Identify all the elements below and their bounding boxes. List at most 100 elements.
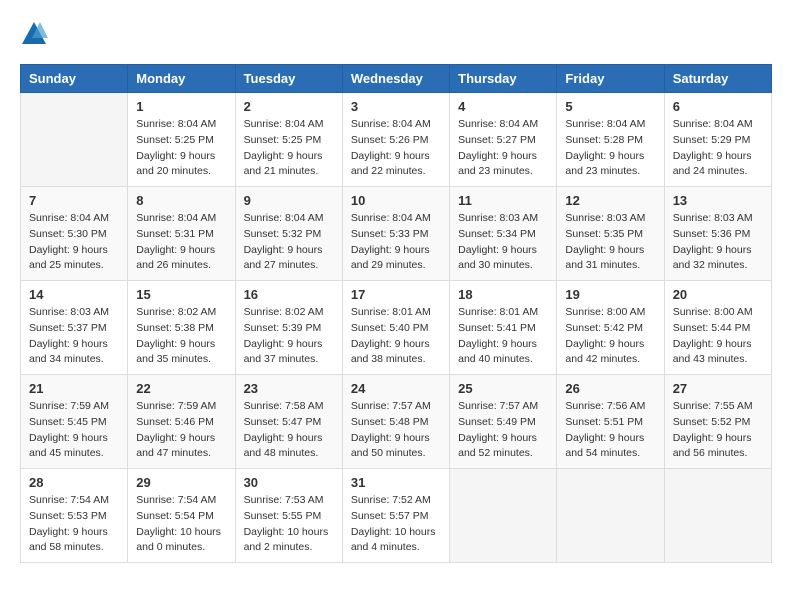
calendar-cell: 12Sunrise: 8:03 AMSunset: 5:35 PMDayligh… [557, 187, 664, 281]
day-info: Sunrise: 8:04 AMSunset: 5:32 PMDaylight:… [244, 211, 334, 274]
column-header-friday: Friday [557, 65, 664, 93]
day-info: Sunrise: 8:02 AMSunset: 5:38 PMDaylight:… [136, 305, 226, 368]
calendar-cell: 17 Sunrise: 8:01 AMSunset: 5:40 PMDayligh… [342, 281, 449, 375]
calendar-cell: 23 Sunrise: 7:58 AMSunset: 5:47 PMDayligh… [235, 375, 342, 469]
calendar-week-1: 1 Sunrise: 8:04 AMSunset: 5:25 PMDaylight… [21, 93, 772, 187]
calendar-cell [557, 469, 664, 563]
calendar-cell: 11 Sunrise: 8:03 AMSunset: 5:34 PMDayligh… [450, 187, 557, 281]
day-info: Sunrise: 7:59 AMSunset: 5:46 PMDaylight:… [136, 399, 226, 462]
day-number: 19 [565, 287, 655, 302]
day-number: 26 [565, 381, 655, 396]
day-number: 25 [458, 381, 548, 396]
day-number: 11 [458, 193, 548, 208]
calendar-cell: 8 Sunrise: 8:04 AMSunset: 5:31 PMDaylight… [128, 187, 235, 281]
day-info: Sunrise: 8:04 AMSunset: 5:27 PMDaylight:… [458, 117, 548, 180]
calendar-cell: 28 Sunrise: 7:54 AMSunset: 5:53 PMDayligh… [21, 469, 128, 563]
day-info: Sunrise: 8:02 AMSunset: 5:39 PMDaylight:… [244, 305, 334, 368]
day-number: 9 [244, 193, 334, 208]
day-number: 23 [244, 381, 334, 396]
calendar-table: SundayMondayTuesdayWednesdayThursdayFrid… [20, 64, 772, 563]
day-info: Sunrise: 8:04 AMSunset: 5:25 PMDaylight:… [136, 117, 226, 180]
day-number: 4 [458, 99, 548, 114]
calendar-cell: 29Sunrise: 7:54 AMSunset: 5:54 PMDayligh… [128, 469, 235, 563]
calendar-cell: 19 Sunrise: 8:00 AMSunset: 5:42 PMDayligh… [557, 281, 664, 375]
day-number: 2 [244, 99, 334, 114]
day-number: 15 [136, 287, 226, 302]
calendar-cell: 16 Sunrise: 8:02 AMSunset: 5:39 PMDayligh… [235, 281, 342, 375]
day-info: Sunrise: 8:04 AMSunset: 5:31 PMDaylight:… [136, 211, 226, 274]
calendar-cell: 7 Sunrise: 8:04 AMSunset: 5:30 PMDaylight… [21, 187, 128, 281]
column-header-thursday: Thursday [450, 65, 557, 93]
day-info: Sunrise: 8:04 AMSunset: 5:25 PMDaylight:… [244, 117, 334, 180]
day-info: Sunrise: 7:58 AMSunset: 5:47 PMDaylight:… [244, 399, 334, 462]
calendar-cell: 18Sunrise: 8:01 AMSunset: 5:41 PMDayligh… [450, 281, 557, 375]
day-info: Sunrise: 7:52 AMSunset: 5:57 PMDaylight:… [351, 493, 441, 556]
day-info: Sunrise: 7:57 AMSunset: 5:49 PMDaylight:… [458, 399, 548, 462]
calendar-cell [21, 93, 128, 187]
day-number: 10 [351, 193, 441, 208]
calendar-cell: 25 Sunrise: 7:57 AMSunset: 5:49 PMDayligh… [450, 375, 557, 469]
calendar-cell: 6 Sunrise: 8:04 AMSunset: 5:29 PMDaylight… [664, 93, 771, 187]
column-header-sunday: Sunday [21, 65, 128, 93]
calendar-cell: 22 Sunrise: 7:59 AMSunset: 5:46 PMDayligh… [128, 375, 235, 469]
day-info: Sunrise: 8:03 AMSunset: 5:34 PMDaylight:… [458, 211, 548, 274]
calendar-cell: 31 Sunrise: 7:52 AMSunset: 5:57 PMDayligh… [342, 469, 449, 563]
day-number: 7 [29, 193, 119, 208]
page-header [20, 20, 772, 48]
day-number: 16 [244, 287, 334, 302]
day-number: 6 [673, 99, 763, 114]
column-header-monday: Monday [128, 65, 235, 93]
logo-icon [20, 20, 48, 48]
day-info: Sunrise: 8:01 AMSunset: 5:40 PMDaylight:… [351, 305, 441, 368]
day-info: Sunrise: 8:00 AMSunset: 5:42 PMDaylight:… [565, 305, 655, 368]
day-info: Sunrise: 8:04 AMSunset: 5:28 PMDaylight:… [565, 117, 655, 180]
day-info: Sunrise: 7:54 AMSunset: 5:54 PMDaylight:… [136, 493, 226, 556]
day-number: 31 [351, 475, 441, 490]
day-info: Sunrise: 8:04 AMSunset: 5:29 PMDaylight:… [673, 117, 763, 180]
day-info: Sunrise: 8:01 AMSunset: 5:41 PMDaylight:… [458, 305, 548, 368]
day-info: Sunrise: 7:53 AMSunset: 5:55 PMDaylight:… [244, 493, 334, 556]
calendar-cell: 4 Sunrise: 8:04 AMSunset: 5:27 PMDaylight… [450, 93, 557, 187]
day-info: Sunrise: 7:57 AMSunset: 5:48 PMDaylight:… [351, 399, 441, 462]
day-number: 27 [673, 381, 763, 396]
calendar-cell [450, 469, 557, 563]
day-number: 20 [673, 287, 763, 302]
day-number: 8 [136, 193, 226, 208]
calendar-cell: 5 Sunrise: 8:04 AMSunset: 5:28 PMDaylight… [557, 93, 664, 187]
day-number: 21 [29, 381, 119, 396]
day-info: Sunrise: 8:00 AMSunset: 5:44 PMDaylight:… [673, 305, 763, 368]
calendar-week-3: 14 Sunrise: 8:03 AMSunset: 5:37 PMDayligh… [21, 281, 772, 375]
calendar-cell: 24 Sunrise: 7:57 AMSunset: 5:48 PMDayligh… [342, 375, 449, 469]
calendar-cell: 14 Sunrise: 8:03 AMSunset: 5:37 PMDayligh… [21, 281, 128, 375]
day-number: 22 [136, 381, 226, 396]
calendar-cell: 3Sunrise: 8:04 AMSunset: 5:26 PMDaylight… [342, 93, 449, 187]
day-info: Sunrise: 8:04 AMSunset: 5:30 PMDaylight:… [29, 211, 119, 274]
calendar-cell: 13Sunrise: 8:03 AMSunset: 5:36 PMDayligh… [664, 187, 771, 281]
logo [20, 20, 52, 48]
column-header-tuesday: Tuesday [235, 65, 342, 93]
day-number: 24 [351, 381, 441, 396]
calendar-header-row: SundayMondayTuesdayWednesdayThursdayFrid… [21, 65, 772, 93]
day-info: Sunrise: 8:03 AMSunset: 5:37 PMDaylight:… [29, 305, 119, 368]
day-info: Sunrise: 7:56 AMSunset: 5:51 PMDaylight:… [565, 399, 655, 462]
day-number: 14 [29, 287, 119, 302]
day-number: 28 [29, 475, 119, 490]
day-number: 5 [565, 99, 655, 114]
day-number: 17 [351, 287, 441, 302]
day-number: 30 [244, 475, 334, 490]
calendar-cell: 21 Sunrise: 7:59 AMSunset: 5:45 PMDayligh… [21, 375, 128, 469]
calendar-cell: 10 Sunrise: 8:04 AMSunset: 5:33 PMDayligh… [342, 187, 449, 281]
calendar-cell: 27Sunrise: 7:55 AMSunset: 5:52 PMDayligh… [664, 375, 771, 469]
calendar-week-2: 7 Sunrise: 8:04 AMSunset: 5:30 PMDaylight… [21, 187, 772, 281]
day-info: Sunrise: 8:03 AMSunset: 5:36 PMDaylight:… [673, 211, 763, 274]
calendar-cell: 2 Sunrise: 8:04 AMSunset: 5:25 PMDaylight… [235, 93, 342, 187]
calendar-cell [664, 469, 771, 563]
day-number: 3 [351, 99, 441, 114]
calendar-week-5: 28 Sunrise: 7:54 AMSunset: 5:53 PMDayligh… [21, 469, 772, 563]
calendar-cell: 15 Sunrise: 8:02 AMSunset: 5:38 PMDayligh… [128, 281, 235, 375]
day-number: 1 [136, 99, 226, 114]
day-info: Sunrise: 7:59 AMSunset: 5:45 PMDaylight:… [29, 399, 119, 462]
day-info: Sunrise: 8:04 AMSunset: 5:33 PMDaylight:… [351, 211, 441, 274]
day-number: 12 [565, 193, 655, 208]
day-info: Sunrise: 7:54 AMSunset: 5:53 PMDaylight:… [29, 493, 119, 556]
